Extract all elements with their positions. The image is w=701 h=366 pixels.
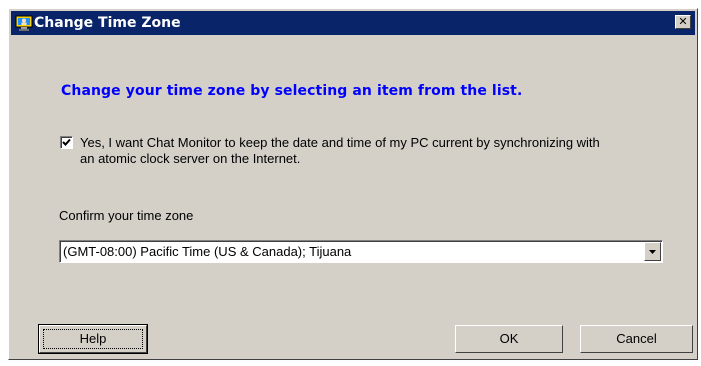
window-title: Change Time Zone — [34, 15, 181, 31]
sync-checkbox-label: Yes, I want Chat Monitor to keep the dat… — [80, 135, 600, 166]
close-button[interactable]: ✕ — [675, 15, 691, 29]
sync-checkbox[interactable] — [60, 136, 73, 149]
instruction-heading: Change your time zone by selecting an it… — [61, 83, 523, 99]
cancel-button-label: Cancel — [616, 331, 657, 346]
confirm-timezone-label: Confirm your time zone — [59, 208, 194, 223]
monitor-person-icon — [15, 14, 33, 32]
help-button[interactable]: Help — [38, 324, 148, 354]
close-icon: ✕ — [678, 15, 688, 28]
ok-button-label: OK — [499, 331, 519, 346]
ok-button[interactable]: OK — [455, 325, 563, 353]
cancel-button[interactable]: Cancel — [580, 325, 693, 353]
chevron-down-icon — [649, 250, 656, 254]
change-time-zone-dialog: Change Time Zone ✕ Change your time zone… — [8, 8, 698, 360]
checkmark-icon — [62, 138, 71, 146]
timezone-selected-value: (GMT-08:00) Pacific Time (US & Canada); … — [63, 244, 352, 259]
focus-rect — [43, 329, 143, 349]
title-bar[interactable]: Change Time Zone ✕ — [11, 11, 695, 35]
timezone-select[interactable]: (GMT-08:00) Pacific Time (US & Canada); … — [59, 240, 663, 263]
timezone-dropdown-button[interactable] — [644, 242, 661, 261]
